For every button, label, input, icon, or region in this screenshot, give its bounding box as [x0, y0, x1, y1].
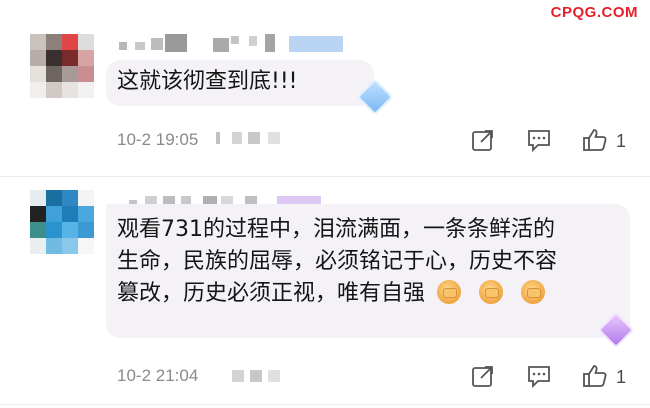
avatar[interactable]: [30, 190, 94, 254]
comment-time-text: 10-2 21:04: [117, 366, 199, 385]
comment-text-line-content: 篡改，历史必须正视，唯有自强: [117, 281, 426, 306]
comment-time: 10-2 21:04: [117, 366, 198, 386]
fist-emoji-icon: [479, 280, 504, 304]
diamond-badge-icon: [597, 311, 635, 349]
fist-emoji-icon: [521, 280, 546, 304]
fist-emoji-icon: [437, 280, 462, 304]
comment-text-line: 篡改，历史必须正视，唯有自强: [117, 278, 617, 310]
comment-text-line: 生命，民族的屈辱，必须铭记于心，历史不容: [117, 249, 558, 274]
comment-text: 观看731的过程中，泪流满面，一条条鲜活的 生命，民族的屈辱，必须铭记于心，历史…: [117, 214, 617, 310]
location-redacted: [232, 368, 302, 384]
share-icon[interactable]: [470, 363, 496, 389]
comment-text-line: 观看731的过程中，泪流满面，一条条鲜活的: [117, 217, 555, 242]
divider: [0, 404, 650, 405]
comment-item: 观看731的过程中，泪流满面，一条条鲜活的 生命，民族的屈辱，必须铭记于心，历史…: [0, 0, 650, 389]
comment-icon[interactable]: [526, 363, 552, 389]
thumbs-up-icon[interactable]: [582, 363, 608, 389]
like-count: 1: [616, 367, 627, 387]
